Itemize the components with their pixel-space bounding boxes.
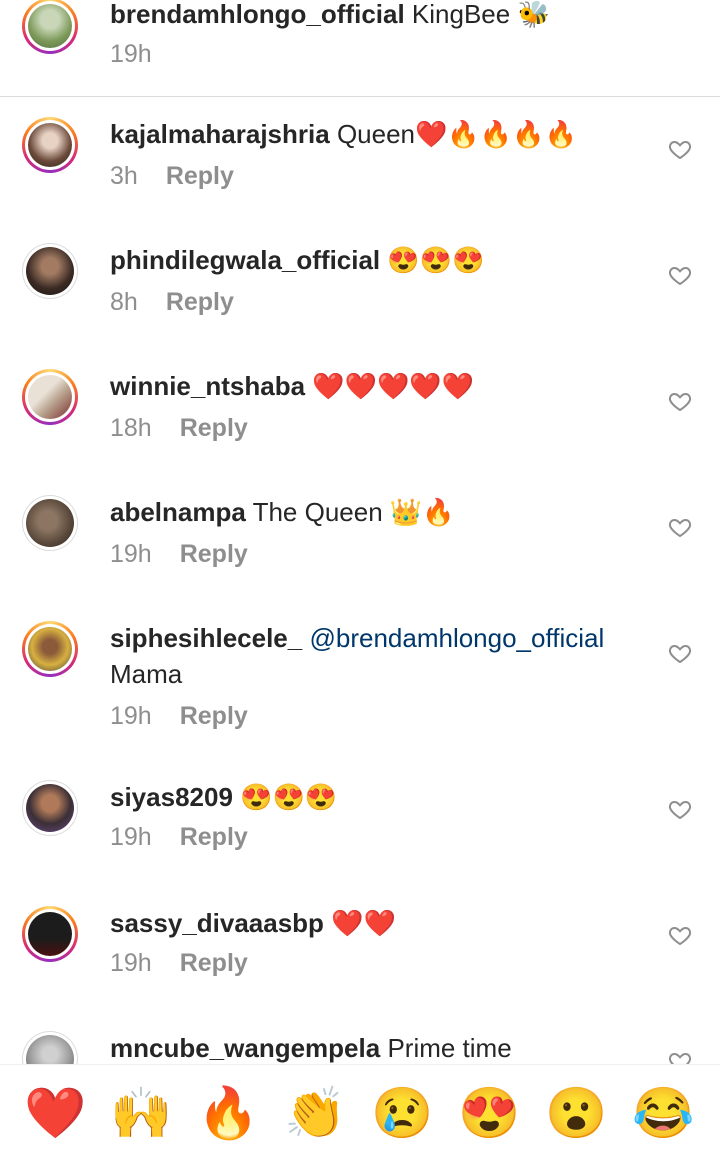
commenter-avatar[interactable]: [22, 495, 78, 551]
clapping-hands-emoji-button[interactable]: 👏: [284, 1083, 346, 1143]
comment-text: The Queen 👑🔥: [252, 497, 455, 527]
comment-text: ❤️❤️❤️❤️❤️: [312, 371, 475, 401]
reply-button[interactable]: Reply: [166, 162, 234, 190]
tears-of-joy-emoji-button[interactable]: 😂: [632, 1083, 694, 1143]
heart-eyes-emoji-button[interactable]: 😍: [458, 1083, 520, 1143]
comment-text: Mama: [110, 659, 183, 689]
like-heart-icon[interactable]: [668, 389, 692, 413]
like-heart-icon[interactable]: [668, 797, 692, 821]
caption-text: KingBee 🐝: [411, 0, 550, 29]
raising-hands-emoji-button[interactable]: 🙌: [110, 1083, 172, 1143]
comment-text: 😍😍😍: [387, 245, 485, 275]
comment-username[interactable]: winnie_ntshaba: [110, 371, 305, 401]
post-caption: brendamhlongo_official KingBee 🐝 19h: [0, 0, 720, 97]
comment-username[interactable]: sassy_divaaasbp: [110, 908, 324, 938]
comment-username[interactable]: mncube_wangempela: [110, 1033, 380, 1063]
caption-username[interactable]: brendamhlongo_official: [110, 0, 405, 29]
comment-username[interactable]: siyas8209: [110, 782, 233, 812]
comment-text: Prime time: [387, 1033, 512, 1063]
reply-button[interactable]: Reply: [180, 414, 248, 442]
like-heart-icon[interactable]: [668, 515, 692, 539]
comment-time: 19h: [110, 823, 152, 851]
comment-username[interactable]: phindilegwala_official: [110, 245, 380, 275]
like-heart-icon[interactable]: [668, 923, 692, 947]
reply-button[interactable]: Reply: [180, 540, 248, 568]
comment-text: Queen❤️🔥🔥🔥🔥: [336, 119, 577, 149]
comment-time: 19h: [110, 949, 152, 977]
commenter-avatar[interactable]: [22, 780, 78, 836]
comment-username[interactable]: kajalmaharajshria: [110, 119, 330, 149]
like-heart-icon[interactable]: [668, 263, 692, 287]
caption-avatar[interactable]: [22, 0, 78, 54]
comment-mention[interactable]: @brendamhlongo_official: [309, 623, 604, 653]
commenter-avatar[interactable]: [22, 906, 78, 962]
caption-time: 19h: [110, 40, 152, 68]
commenter-avatar[interactable]: [22, 243, 78, 299]
commenter-avatar[interactable]: [22, 117, 78, 173]
like-heart-icon[interactable]: [668, 641, 692, 665]
fire-emoji-button[interactable]: 🔥: [197, 1083, 259, 1143]
crying-face-emoji-button[interactable]: 😢: [371, 1083, 433, 1143]
commenter-avatar[interactable]: [22, 369, 78, 425]
comment-time: 18h: [110, 414, 152, 442]
comment-time: 19h: [110, 540, 152, 568]
surprised-face-emoji-button[interactable]: 😮: [545, 1083, 607, 1143]
emoji-quick-reactions-bar: ❤️ 🙌 🔥 👏 😢 😍 😮 😂: [0, 1064, 720, 1152]
reply-button[interactable]: Reply: [180, 823, 248, 851]
comment-username[interactable]: siphesihlecele_: [110, 623, 302, 653]
red-heart-emoji-button[interactable]: ❤️: [24, 1083, 86, 1143]
reply-button[interactable]: Reply: [180, 702, 248, 730]
reply-button[interactable]: Reply: [166, 288, 234, 316]
comment-time: 8h: [110, 288, 138, 316]
like-heart-icon[interactable]: [668, 137, 692, 161]
comment-time: 3h: [110, 162, 138, 190]
comment-text: 😍😍😍: [240, 782, 338, 812]
comment-text: ❤️❤️: [331, 908, 396, 938]
comment-username[interactable]: abelnampa: [110, 497, 246, 527]
commenter-avatar[interactable]: [22, 621, 78, 677]
reply-button[interactable]: Reply: [180, 949, 248, 977]
comment-time: 19h: [110, 702, 152, 730]
